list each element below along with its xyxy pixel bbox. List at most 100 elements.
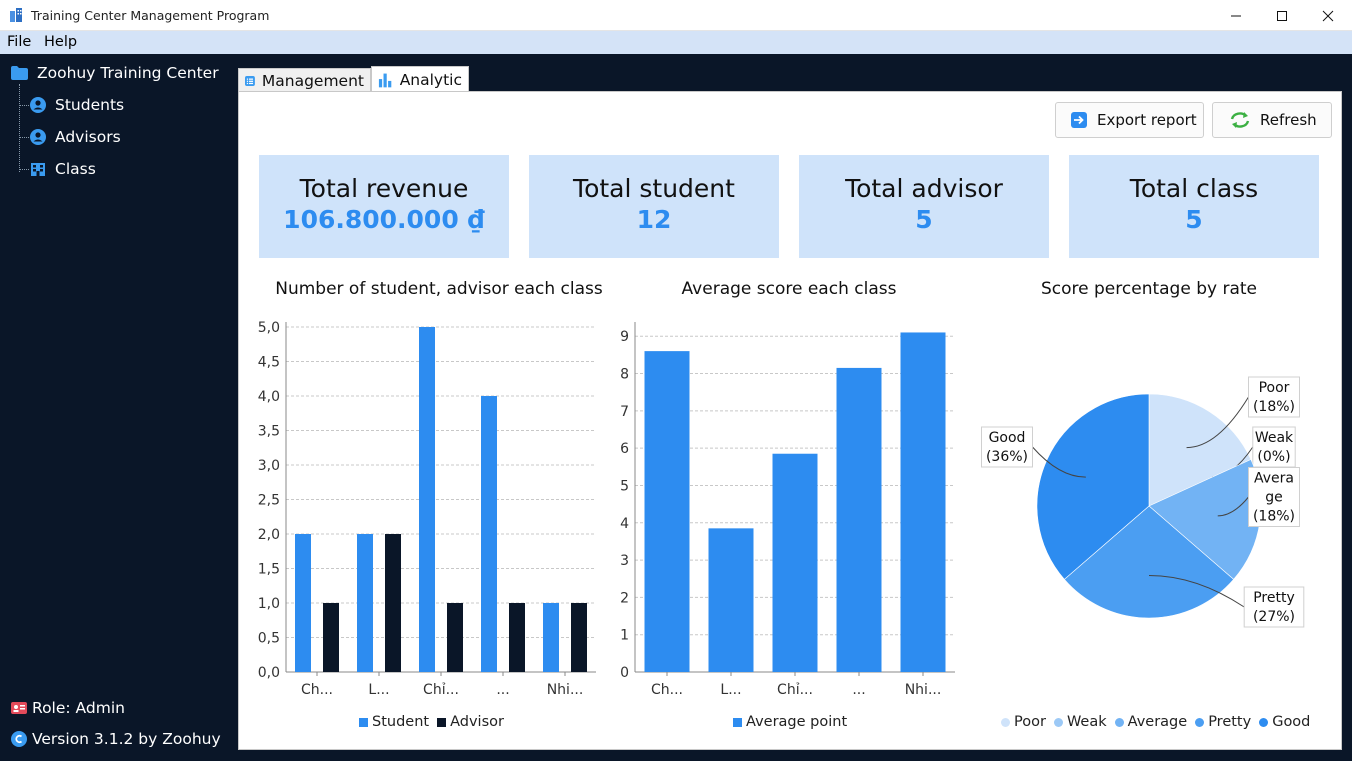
pie-label-line: Poor <box>1259 380 1290 396</box>
y-tick-label: 4,0 <box>258 389 280 405</box>
legend-students-advisors: Student Advisor <box>359 714 512 730</box>
minimize-button[interactable] <box>1213 0 1259 31</box>
chart-title-students-advisors: Number of student, advisor each class <box>275 279 603 299</box>
bar <box>295 534 311 672</box>
x-tick-label: Nhi... <box>547 682 584 698</box>
legend-item: Weak <box>1053 714 1107 730</box>
tab-analytic[interactable]: Analytic <box>371 66 469 92</box>
y-tick-label: 3,5 <box>258 424 280 440</box>
card-title: Total advisor <box>845 174 1003 203</box>
bar <box>543 603 559 672</box>
pie-label-line: (18%) <box>1253 399 1295 415</box>
card-value: 12 <box>636 205 672 234</box>
menu-file[interactable]: File <box>7 34 31 50</box>
export-report-button[interactable]: Export report <box>1055 102 1204 138</box>
bar <box>644 351 690 672</box>
total-student-card: Total student 12 <box>529 155 779 258</box>
legend-item: Average point <box>733 714 847 730</box>
maximize-button[interactable] <box>1259 0 1305 31</box>
y-tick-label: 4,5 <box>258 355 280 371</box>
x-tick-label: Ch... <box>651 682 683 698</box>
card-value: 5 <box>915 205 933 234</box>
card-value: 5 <box>1185 205 1203 234</box>
legend-average-score: Average point <box>733 714 855 730</box>
pie-label-line: Avera <box>1254 471 1294 487</box>
x-tick-label: L... <box>720 682 741 698</box>
bar <box>836 367 882 672</box>
sidebar-item-label: Students <box>55 96 125 114</box>
window-title: Training Center Management Program <box>31 8 270 23</box>
x-tick-label: ... <box>852 682 865 698</box>
sidebar-item-label: Class <box>55 160 96 178</box>
card-value: 106.800.000 ₫ <box>283 205 485 234</box>
y-tick-label: 6 <box>620 441 629 457</box>
x-tick-label: Nhi... <box>905 682 942 698</box>
role-label: Role: Admin <box>32 699 125 717</box>
y-tick-label: 2 <box>620 590 629 606</box>
y-tick-label: 0,0 <box>258 665 280 681</box>
close-button[interactable] <box>1305 0 1351 31</box>
role-indicator: Role: Admin <box>11 699 125 717</box>
title-bar: Training Center Management Program <box>0 0 1352 31</box>
legend-item: Advisor <box>437 714 504 730</box>
pie-label-line: (27%) <box>1253 609 1295 625</box>
bar <box>447 603 463 672</box>
list-icon <box>245 75 255 86</box>
bar <box>772 453 818 672</box>
bar <box>708 528 754 672</box>
pie-label-line: (36%) <box>986 449 1028 465</box>
pie-label-line: (0%) <box>1257 449 1290 465</box>
bar <box>571 603 587 672</box>
minimize-icon <box>1231 15 1241 16</box>
building-icon <box>30 161 46 177</box>
bar-chart-icon <box>378 73 392 87</box>
sidebar: Zoohuy Training Center Students Advisors… <box>0 54 230 761</box>
y-tick-label: 4 <box>620 516 629 532</box>
version-indicator: Version 3.1.2 by Zoohuy <box>11 730 221 748</box>
tree-root[interactable]: Zoohuy Training Center <box>11 64 219 82</box>
content-area: Management Analytic Export report Refres… <box>232 64 1350 750</box>
legend-item: Average <box>1114 714 1187 730</box>
maximize-icon <box>1277 10 1287 21</box>
y-tick-label: 7 <box>620 404 629 420</box>
students-advisors-bar-chart: 0,0 0,5 1,0 1,5 2,0 2,5 3,0 3,5 4,0 4,5 5,0 Ch... L.… <box>258 320 596 698</box>
sidebar-item-label: Advisors <box>55 128 121 146</box>
bar <box>509 603 525 672</box>
app-icon <box>10 8 22 22</box>
bar <box>385 534 401 672</box>
bar <box>357 534 373 672</box>
total-class-card: Total class 5 <box>1069 155 1319 258</box>
chart-title-score-percentage: Score percentage by rate <box>1041 279 1257 299</box>
y-tick-label: 1,5 <box>258 562 280 578</box>
y-tick-label: 8 <box>620 367 629 383</box>
pie-label-line: (18%) <box>1253 509 1295 525</box>
analytic-panel: Export report Refresh Total revenue 106.… <box>238 91 1342 750</box>
legend-item: Pretty <box>1195 714 1251 730</box>
bar <box>323 603 339 672</box>
x-tick-label: ... <box>496 682 509 698</box>
menu-help[interactable]: Help <box>44 34 77 50</box>
menu-bar: File Help <box>0 31 1352 54</box>
tab-label: Management <box>261 71 364 90</box>
export-icon <box>1071 112 1087 128</box>
id-card-icon <box>11 702 27 714</box>
export-label: Export report <box>1097 111 1197 129</box>
x-tick-label: L... <box>368 682 389 698</box>
y-tick-label: 2,5 <box>258 493 280 509</box>
user-circle-icon <box>30 129 46 145</box>
refresh-button[interactable]: Refresh <box>1212 102 1332 138</box>
y-tick-label: 3 <box>620 553 629 569</box>
chart-title-average-score: Average score each class <box>681 279 897 299</box>
card-title: Total student <box>573 174 735 203</box>
sidebar-item-advisors[interactable]: Advisors <box>19 128 121 146</box>
pie-label-line: Pretty <box>1253 590 1295 606</box>
sidebar-item-class[interactable]: Class <box>19 160 96 178</box>
close-icon <box>1322 10 1334 21</box>
legend-item: Student <box>359 714 429 730</box>
tab-management[interactable]: Management <box>238 68 371 92</box>
average-score-bar-chart: 0 1 2 3 4 5 6 7 8 9 Ch... L... Chỉ...... Nhi... <box>620 322 955 698</box>
sidebar-item-students[interactable]: Students <box>19 96 124 114</box>
score-percentage-pie-chart: Poor (18%) Weak (0%) Avera ge (18%) Pretty (27%)… <box>981 376 1305 628</box>
bar <box>481 396 497 672</box>
x-tick-label: Chỉ... <box>423 682 459 698</box>
